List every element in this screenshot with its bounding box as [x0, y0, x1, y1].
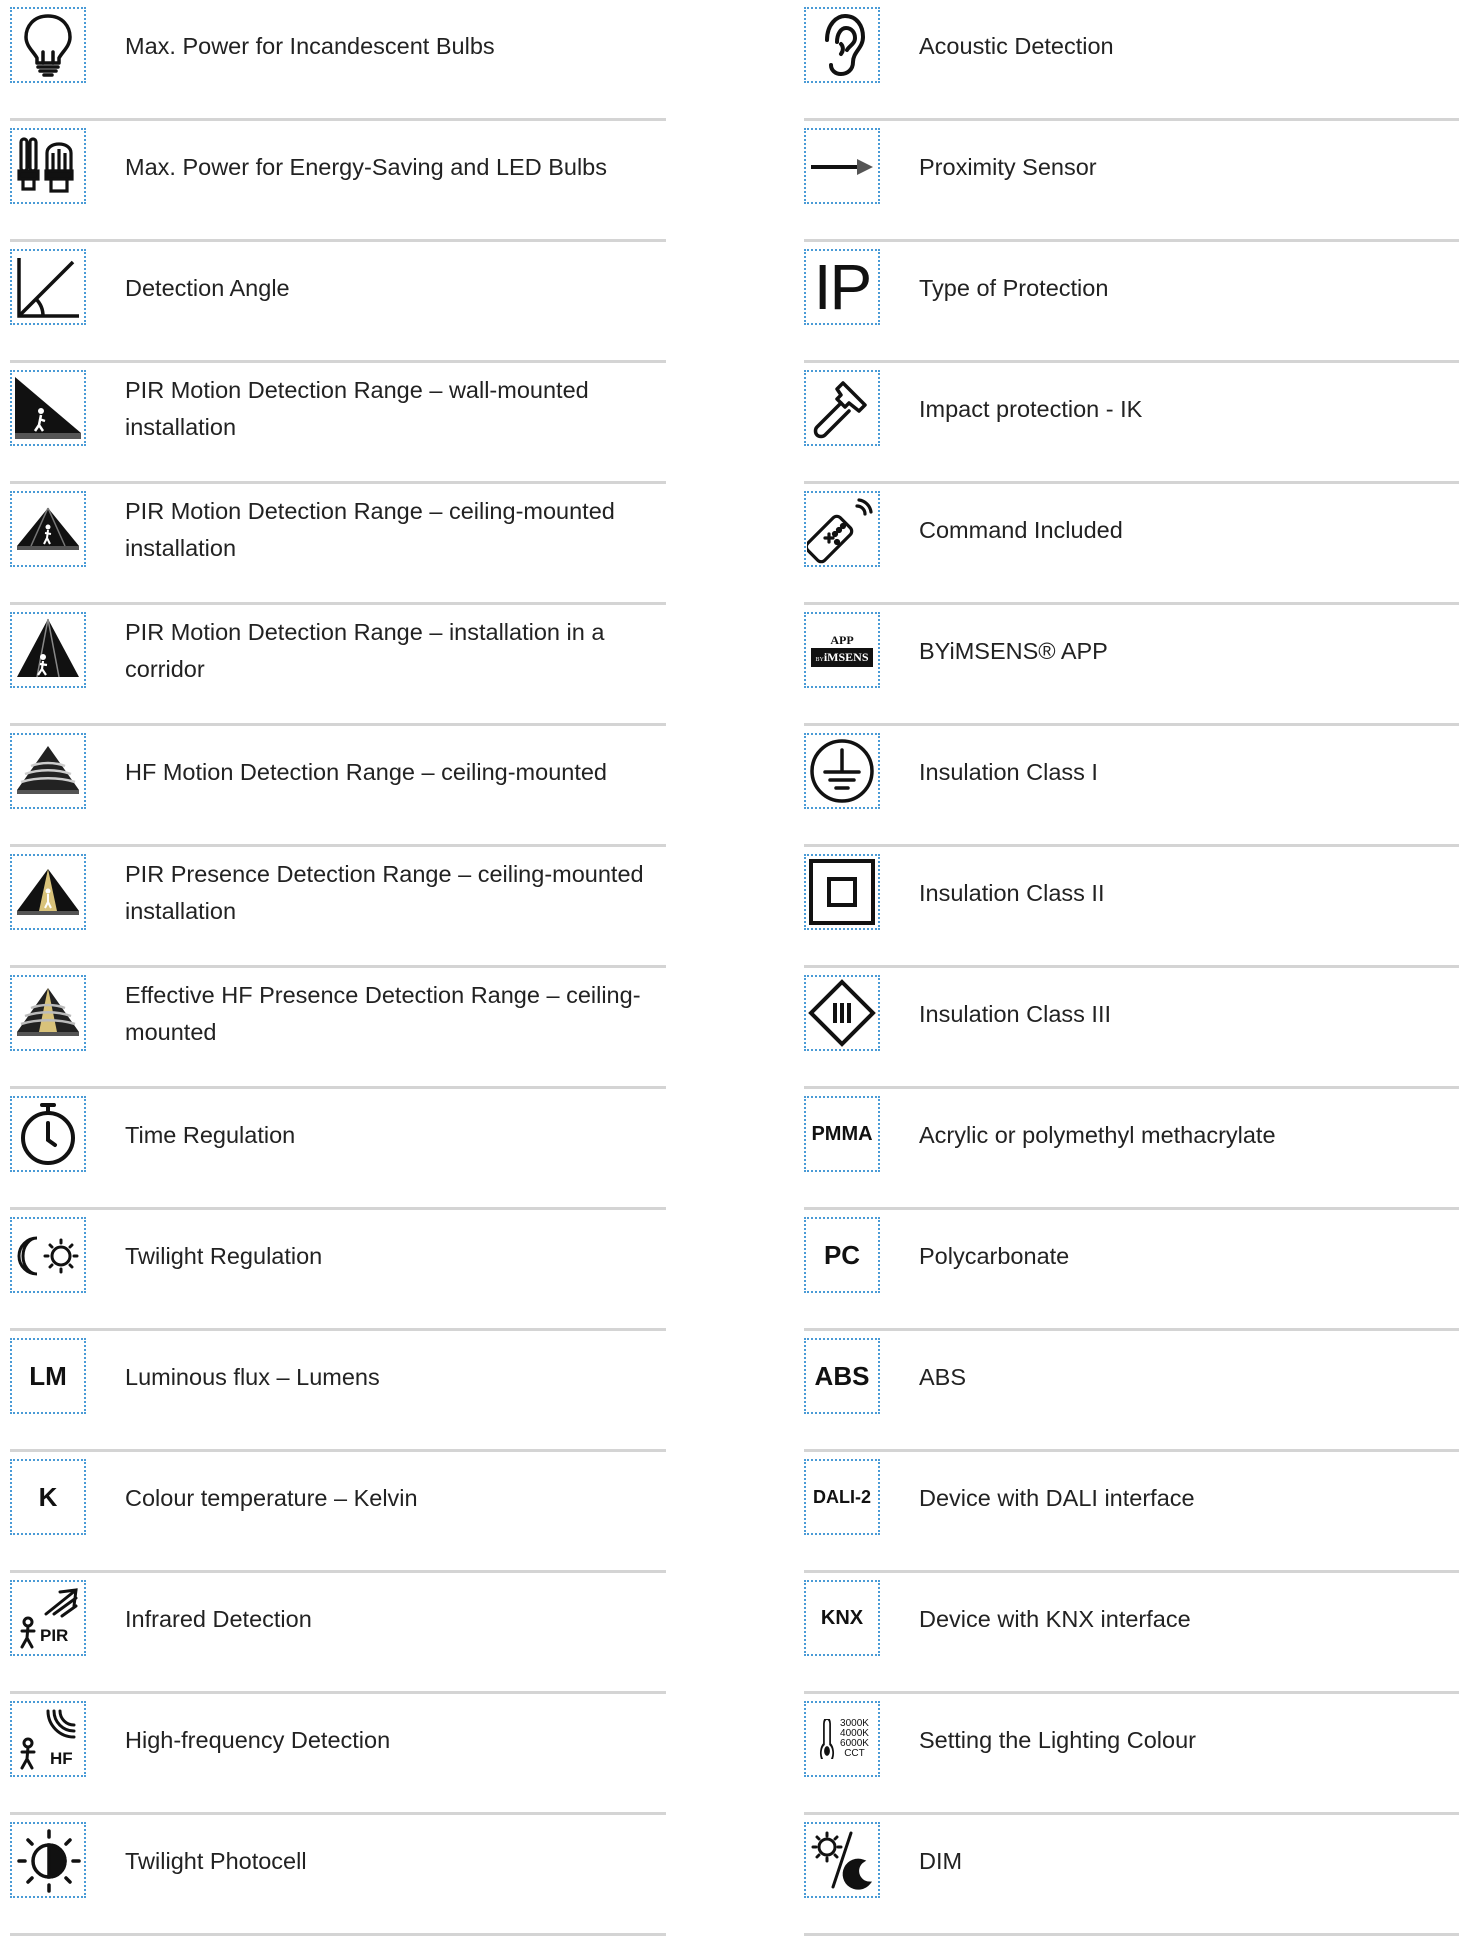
earth-ground-icon: [804, 733, 880, 809]
list-item-label: Acrylic or polymethyl methacrylate: [919, 1121, 1276, 1148]
list-item-label: Command Included: [919, 516, 1123, 543]
list-item: Insulation Class I: [804, 726, 1459, 847]
list-item-label: Infrared Detection: [125, 1605, 312, 1632]
ear-icon: [804, 7, 880, 83]
list-item: HF High-frequency Detection: [10, 1694, 666, 1815]
app-badge-icon: APP BY iMSENS: [804, 612, 880, 688]
list-item: Impact protection - IK: [804, 363, 1459, 484]
pir-corridor-range-icon: [10, 612, 86, 688]
list-item: IP Type of Protection: [804, 242, 1459, 363]
hf-motion-range-icon: [10, 733, 86, 809]
list-item: K Colour temperature – Kelvin: [10, 1452, 666, 1573]
list-item-label: Impact protection - IK: [919, 395, 1143, 422]
pir-presence-range-icon: [10, 854, 86, 930]
list-item-label: Acoustic Detection: [919, 32, 1114, 59]
list-item: Twilight Regulation: [10, 1210, 666, 1331]
list-item-label: BYiMSENS® APP: [919, 637, 1108, 664]
list-item-label: Type of Protection: [919, 274, 1109, 301]
energy-saving-bulbs-icon: [10, 128, 86, 204]
list-item-label: PIR Motion Detection Range – installatio…: [125, 619, 605, 682]
list-item: PIR Infrared Detection: [10, 1573, 666, 1694]
list-item: KNX Device with KNX interface: [804, 1573, 1459, 1694]
list-item-label: Twilight Photocell: [125, 1847, 307, 1874]
list-item-label: PIR Presence Detection Range – ceiling-m…: [125, 861, 644, 924]
ip-text-icon: IP: [804, 249, 880, 325]
list-item-label: PIR Motion Detection Range – wall-mounte…: [125, 377, 589, 440]
pc-text-icon: PC: [804, 1217, 880, 1293]
list-item: Insulation Class II: [804, 847, 1459, 968]
list-item-label: DIM: [919, 1847, 963, 1874]
moon-sun-icon: [10, 1217, 86, 1293]
list-item: DIM: [804, 1815, 1459, 1936]
list-item: PIR Motion Detection Range – ceiling-mou…: [10, 484, 666, 605]
dim-sun-moon-icon: [804, 1822, 880, 1898]
list-item-label: Max. Power for Incandescent Bulbs: [125, 32, 495, 59]
list-item-label: Effective HF Presence Detection Range – …: [125, 982, 641, 1045]
list-item-label: Insulation Class III: [919, 1000, 1112, 1027]
list-item-label: Luminous flux – Lumens: [125, 1363, 380, 1390]
pir-detection-icon: PIR: [10, 1580, 86, 1656]
list-item: APP BY iMSENS BYiMSENS® APP: [804, 605, 1459, 726]
list-item: ABS ABS: [804, 1331, 1459, 1452]
remote-control-icon: [804, 491, 880, 567]
list-item: 3000K 4000K 6000K CCT Setting the Lighti…: [804, 1694, 1459, 1815]
list-item: DALI-2 Device with DALI interface: [804, 1452, 1459, 1573]
list-item-label: Device with KNX interface: [919, 1605, 1191, 1632]
hf-presence-range-icon: [10, 975, 86, 1051]
pir-wall-range-icon: [10, 370, 86, 446]
hf-detection-icon: HF: [10, 1701, 86, 1777]
list-item-label: Colour temperature – Kelvin: [125, 1484, 418, 1511]
list-item-label: Detection Angle: [125, 274, 290, 301]
photocell-icon: [10, 1822, 86, 1898]
list-item: Time Regulation: [10, 1089, 666, 1210]
double-square-icon: [804, 854, 880, 930]
list-item-label: High-frequency Detection: [125, 1726, 391, 1753]
lm-text-icon: LM: [10, 1338, 86, 1414]
cct-thermometer-icon: 3000K 4000K 6000K CCT: [804, 1701, 880, 1777]
list-item: PIR Presence Detection Range – ceiling-m…: [10, 847, 666, 968]
list-item: Max. Power for Incandescent Bulbs: [10, 0, 666, 121]
list-item: Acoustic Detection: [804, 0, 1459, 121]
list-item-label: ABS: [919, 1363, 967, 1390]
list-item: PIR Motion Detection Range – installatio…: [10, 605, 666, 726]
abs-text-icon: ABS: [804, 1338, 880, 1414]
list-item: PIR Motion Detection Range – wall-mounte…: [10, 363, 666, 484]
list-item: Insulation Class III: [804, 968, 1459, 1089]
list-item: Max. Power for Energy-Saving and LED Bul…: [10, 121, 666, 242]
list-item-label: Insulation Class II: [919, 879, 1105, 906]
list-item-label: Setting the Lighting Colour: [919, 1726, 1196, 1753]
list-item: PMMA Acrylic or polymethyl methacrylate: [804, 1089, 1459, 1210]
knx-text-icon: KNX: [804, 1580, 880, 1656]
kelvin-text-icon: K: [10, 1459, 86, 1535]
proximity-arrow-icon: [804, 128, 880, 204]
list-item-label: Proximity Sensor: [919, 153, 1097, 180]
list-item: Command Included: [804, 484, 1459, 605]
list-item-label: Insulation Class I: [919, 758, 1098, 785]
list-item-label: Time Regulation: [125, 1121, 296, 1148]
list-item-label: Device with DALI interface: [919, 1484, 1195, 1511]
list-item-label: PIR Motion Detection Range – ceiling-mou…: [125, 498, 615, 561]
list-item-label: Max. Power for Energy-Saving and LED Bul…: [125, 153, 607, 180]
pmma-text-icon: PMMA: [804, 1096, 880, 1172]
stopwatch-icon: [10, 1096, 86, 1172]
diamond-bars-icon: [804, 975, 880, 1051]
list-item: Twilight Photocell: [10, 1815, 666, 1936]
list-item-label: HF Motion Detection Range – ceiling-moun…: [125, 758, 608, 785]
list-item: Effective HF Presence Detection Range – …: [10, 968, 666, 1089]
symbol-legend: Max. Power for Incandescent Bulbs Max. P…: [0, 0, 1459, 1936]
list-item-label: Twilight Regulation: [125, 1242, 323, 1269]
left-column: Max. Power for Incandescent Bulbs Max. P…: [10, 0, 666, 1936]
incandescent-bulb-icon: [10, 7, 86, 83]
list-item: HF Motion Detection Range – ceiling-moun…: [10, 726, 666, 847]
hammer-icon: [804, 370, 880, 446]
pir-ceiling-range-icon: [10, 491, 86, 567]
list-item-label: Polycarbonate: [919, 1242, 1070, 1269]
list-item: PC Polycarbonate: [804, 1210, 1459, 1331]
list-item: LM Luminous flux – Lumens: [10, 1331, 666, 1452]
right-column: Acoustic Detection Proximity Sensor IP T…: [804, 0, 1459, 1936]
list-item: Proximity Sensor: [804, 121, 1459, 242]
dali-text-icon: DALI-2: [804, 1459, 880, 1535]
list-item: Detection Angle: [10, 242, 666, 363]
detection-angle-icon: [10, 249, 86, 325]
